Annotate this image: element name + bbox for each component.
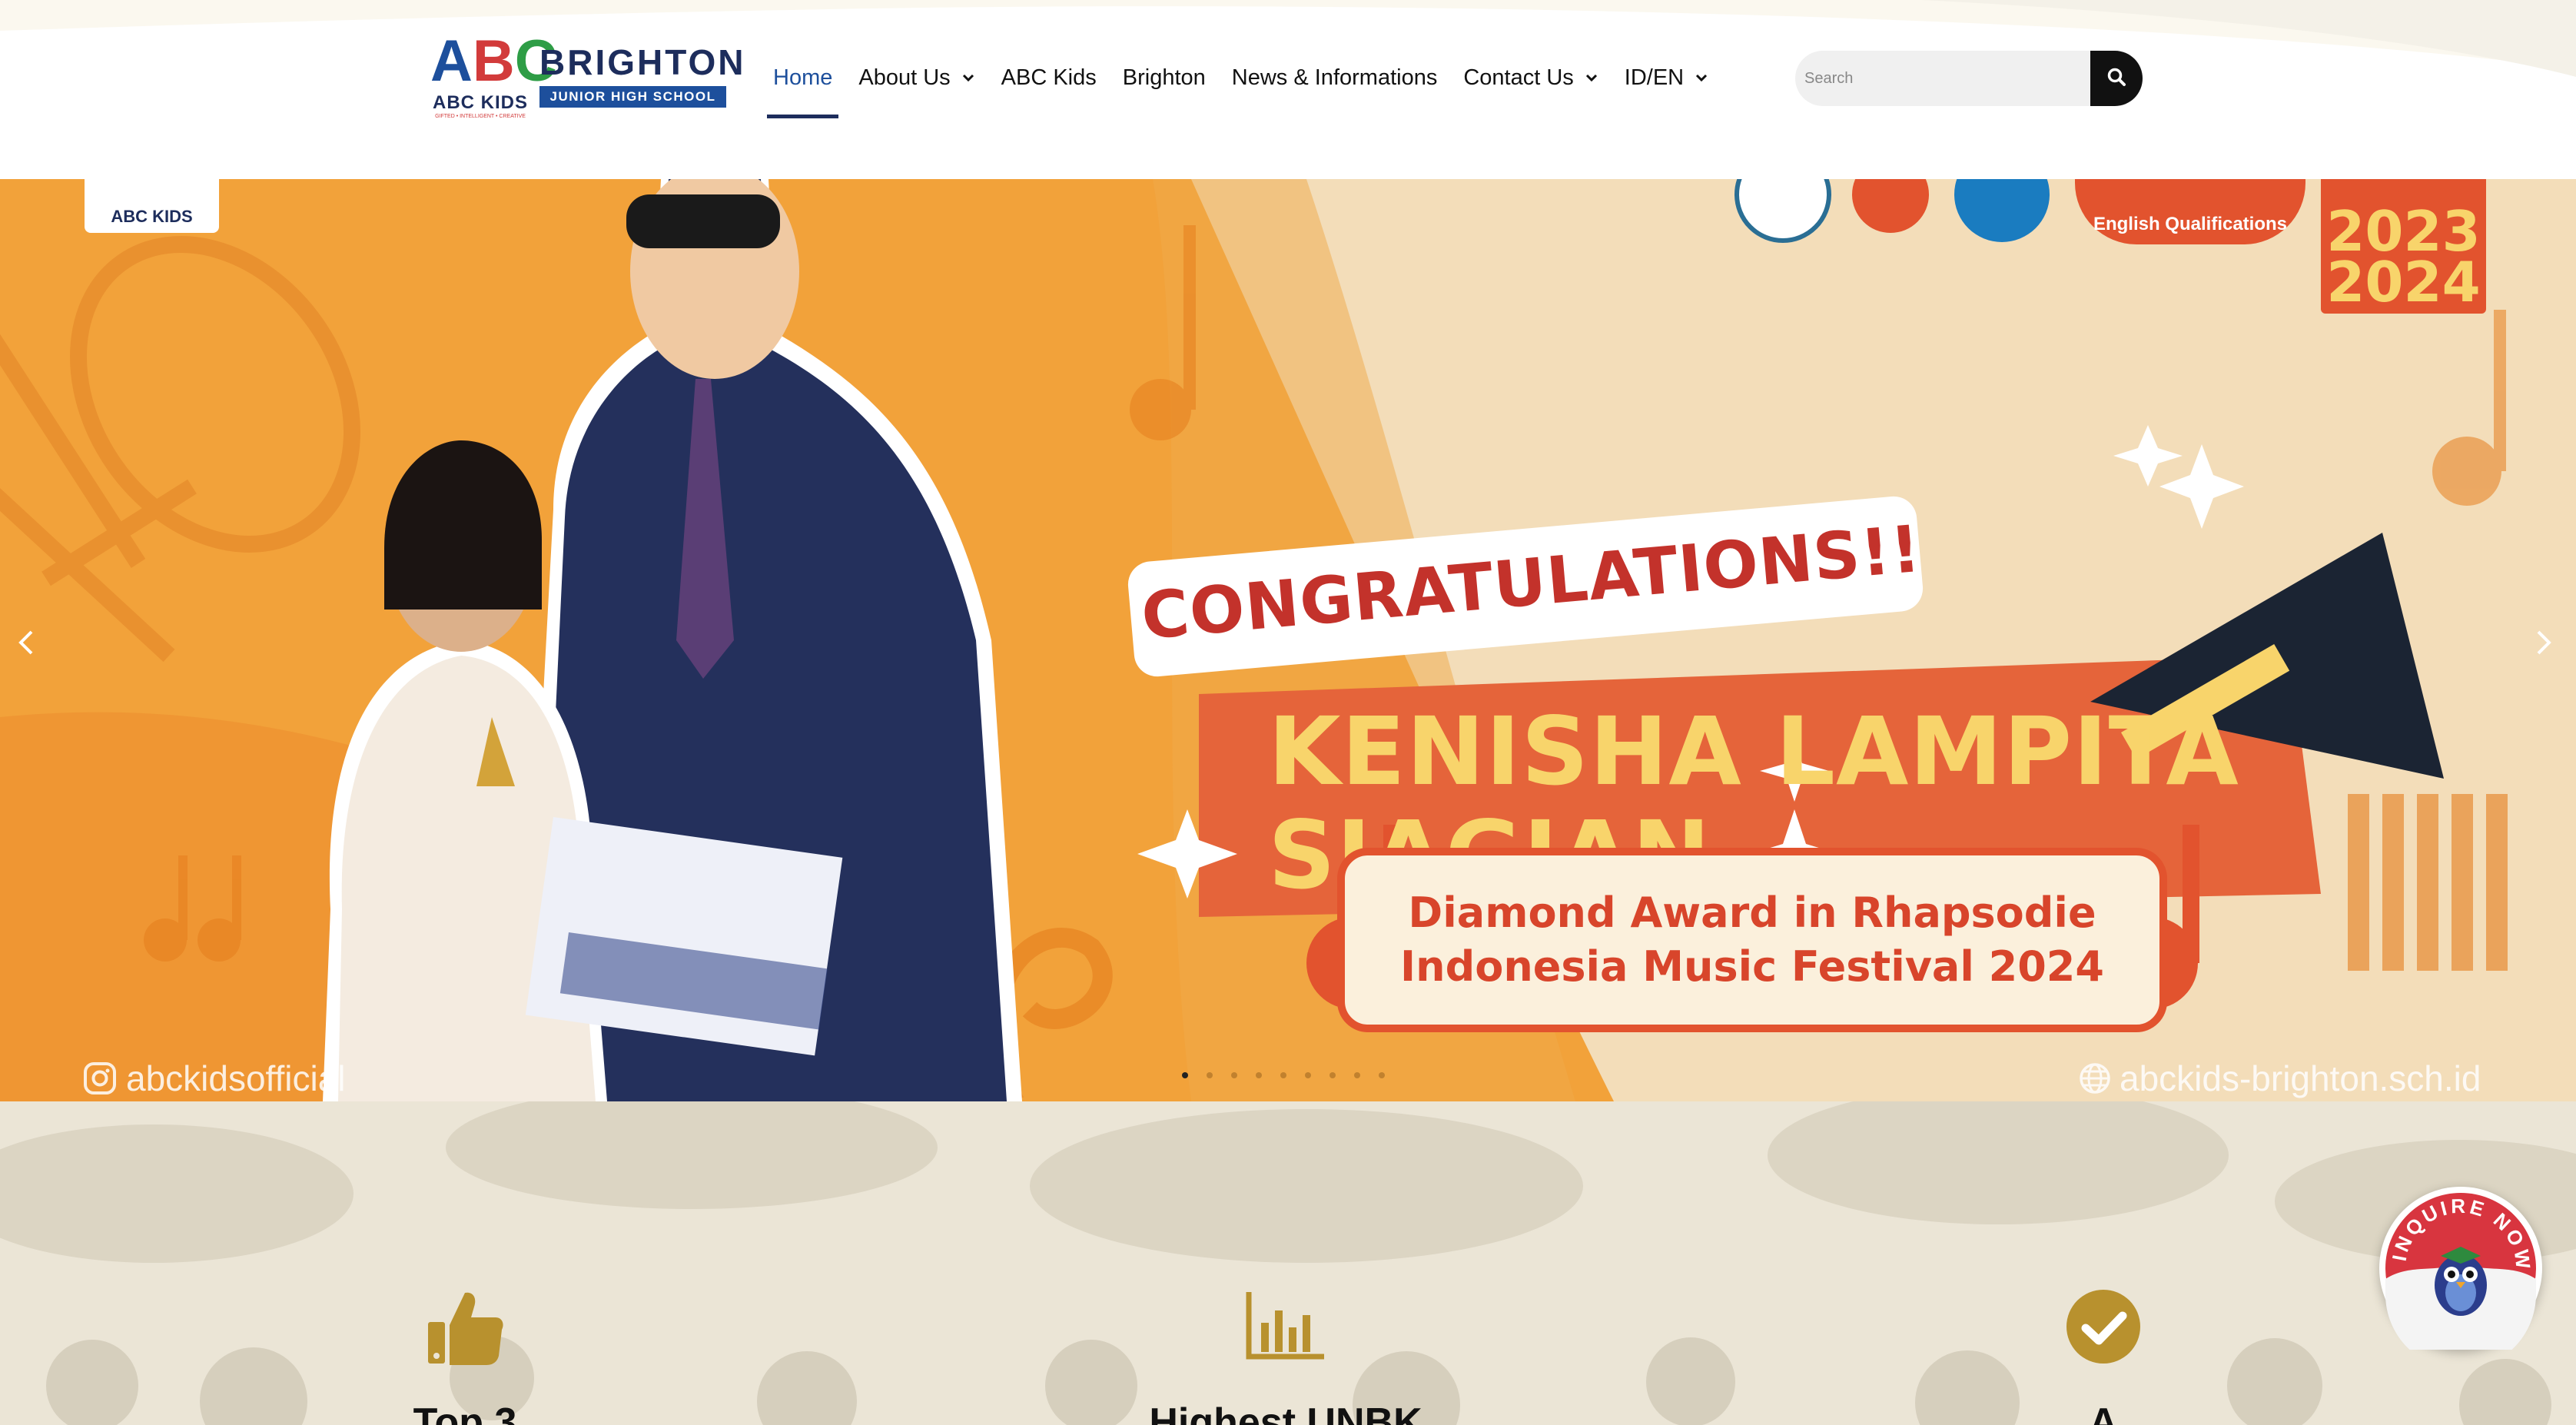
globe-icon bbox=[2078, 1061, 2112, 1095]
instagram-icon bbox=[83, 1061, 117, 1095]
bar-chart-icon bbox=[1243, 1284, 1328, 1369]
nav-label: ABC Kids bbox=[1001, 65, 1097, 90]
slider-dot[interactable] bbox=[1379, 1072, 1385, 1078]
award-line-2: Indonesia Music Festival 2024 bbox=[1400, 942, 2104, 991]
check-circle-icon bbox=[2061, 1284, 2146, 1369]
slider-next-arrow[interactable] bbox=[2528, 621, 2559, 667]
slider-dot[interactable] bbox=[1231, 1072, 1237, 1078]
chevron-down-icon bbox=[1585, 71, 1598, 85]
instagram-handle-text: abckidsofficial bbox=[126, 1058, 346, 1098]
slider-dot[interactable] bbox=[1256, 1072, 1262, 1078]
nav-label: Brighton bbox=[1122, 65, 1206, 90]
cambridge-badge: English Qualifications bbox=[2075, 179, 2305, 244]
logo-brand-name: BRIGHTON bbox=[539, 42, 746, 82]
logo-brand-sub: JUNIOR HIGH SCHOOL bbox=[539, 86, 726, 108]
search-bar bbox=[1795, 51, 2143, 106]
search-icon bbox=[2106, 67, 2126, 91]
search-input[interactable] bbox=[1795, 51, 2090, 106]
slider-dot[interactable] bbox=[1354, 1072, 1360, 1078]
website-text: abckids-brighton.sch.id bbox=[2120, 1058, 2481, 1098]
slider-prev-arrow[interactable] bbox=[11, 621, 41, 667]
stat-title: A bbox=[2089, 1400, 2118, 1425]
site-header: A B C ABC KIDS GIFTED • INTELLIGENT • CR… bbox=[0, 0, 2576, 179]
nav-item-news[interactable]: News & Informations bbox=[1232, 60, 1438, 95]
nav-item-abc-kids[interactable]: ABC Kids bbox=[1001, 60, 1097, 95]
nav-item-language[interactable]: ID/EN bbox=[1625, 60, 1708, 95]
stat-item: A bbox=[1942, 1284, 2265, 1425]
slider-dot[interactable] bbox=[1182, 1072, 1188, 1078]
winner-name-line-1: KENISHA LAMPITA bbox=[1268, 697, 2239, 806]
award-line-1: Diamond Award in Rhapsodie bbox=[1408, 889, 2096, 937]
logo-letter-a: A bbox=[430, 28, 473, 94]
chevron-down-icon bbox=[961, 71, 975, 85]
nav-label: About Us bbox=[858, 65, 951, 90]
website-link[interactable]: abckids-brighton.sch.id bbox=[2078, 1055, 2481, 1101]
slider-dot[interactable] bbox=[1207, 1072, 1213, 1078]
nav-item-brighton[interactable]: Brighton bbox=[1123, 60, 1206, 95]
hero-abc-kids-badge: ABC KIDS bbox=[85, 179, 219, 233]
slider-dot[interactable] bbox=[1280, 1072, 1286, 1078]
nav-label: News & Informations bbox=[1231, 65, 1438, 90]
stat-title: Top 3 bbox=[413, 1400, 517, 1425]
instagram-handle[interactable]: abckidsofficial bbox=[83, 1055, 346, 1101]
logo-letter-b: B bbox=[472, 28, 515, 94]
brighton-logo: BRIGHTON JUNIOR HIGH SCHOOL bbox=[539, 42, 746, 108]
chevron-left-icon bbox=[15, 627, 38, 662]
hero-badge-text: ABC KIDS bbox=[111, 207, 193, 226]
inquire-badge-graphic: INQUIRE NOW bbox=[2385, 1193, 2536, 1370]
inquire-now-button[interactable]: INQUIRE NOW bbox=[2379, 1187, 2542, 1370]
nav-label: Home bbox=[773, 65, 833, 90]
cambridge-text: English Qualifications bbox=[2093, 214, 2288, 234]
search-button[interactable] bbox=[2090, 51, 2143, 106]
nav-label: ID/EN bbox=[1624, 65, 1685, 90]
nav-item-about-us[interactable]: About Us bbox=[858, 60, 974, 95]
slider-dot[interactable] bbox=[1329, 1072, 1336, 1078]
year-badge: 2023 2024 bbox=[2321, 179, 2486, 314]
year-line-2: 2024 bbox=[2326, 250, 2481, 314]
nav-item-home[interactable]: Home bbox=[766, 60, 839, 118]
hero-slider: ABC KIDS English Qualifications 2023 202… bbox=[0, 179, 2576, 1101]
achievements-section: Top 3 Highest UNBK A bbox=[0, 1101, 2576, 1425]
nav-item-contact-us[interactable]: Contact Us bbox=[1463, 60, 1598, 95]
thumbs-up-icon bbox=[423, 1284, 507, 1369]
slider-dot[interactable] bbox=[1305, 1072, 1311, 1078]
stat-item: Highest UNBK bbox=[1124, 1284, 1447, 1425]
abc-kids-logo: A B C ABC KIDS GIFTED • INTELLIGENT • CR… bbox=[430, 28, 557, 125]
stat-title: Highest UNBK bbox=[1149, 1400, 1422, 1425]
site-logo[interactable]: A B C ABC KIDS GIFTED • INTELLIGENT • CR… bbox=[430, 28, 746, 125]
stat-item: Top 3 bbox=[304, 1284, 626, 1425]
chevron-right-icon bbox=[2532, 627, 2555, 662]
nav-label: Contact Us bbox=[1463, 65, 1574, 90]
main-nav: Home About Us ABC Kids Brighton News & I… bbox=[766, 60, 1734, 118]
logo-tagline: GIFTED • INTELLIGENT • CREATIVE bbox=[435, 114, 526, 119]
award-caption-box: Diamond Award in Rhapsodie Indonesia Mus… bbox=[1337, 848, 2167, 1032]
chevron-down-icon bbox=[1695, 71, 1708, 85]
slider-pagination bbox=[1182, 1072, 1403, 1078]
logo-kids-text: ABC KIDS bbox=[432, 92, 528, 113]
